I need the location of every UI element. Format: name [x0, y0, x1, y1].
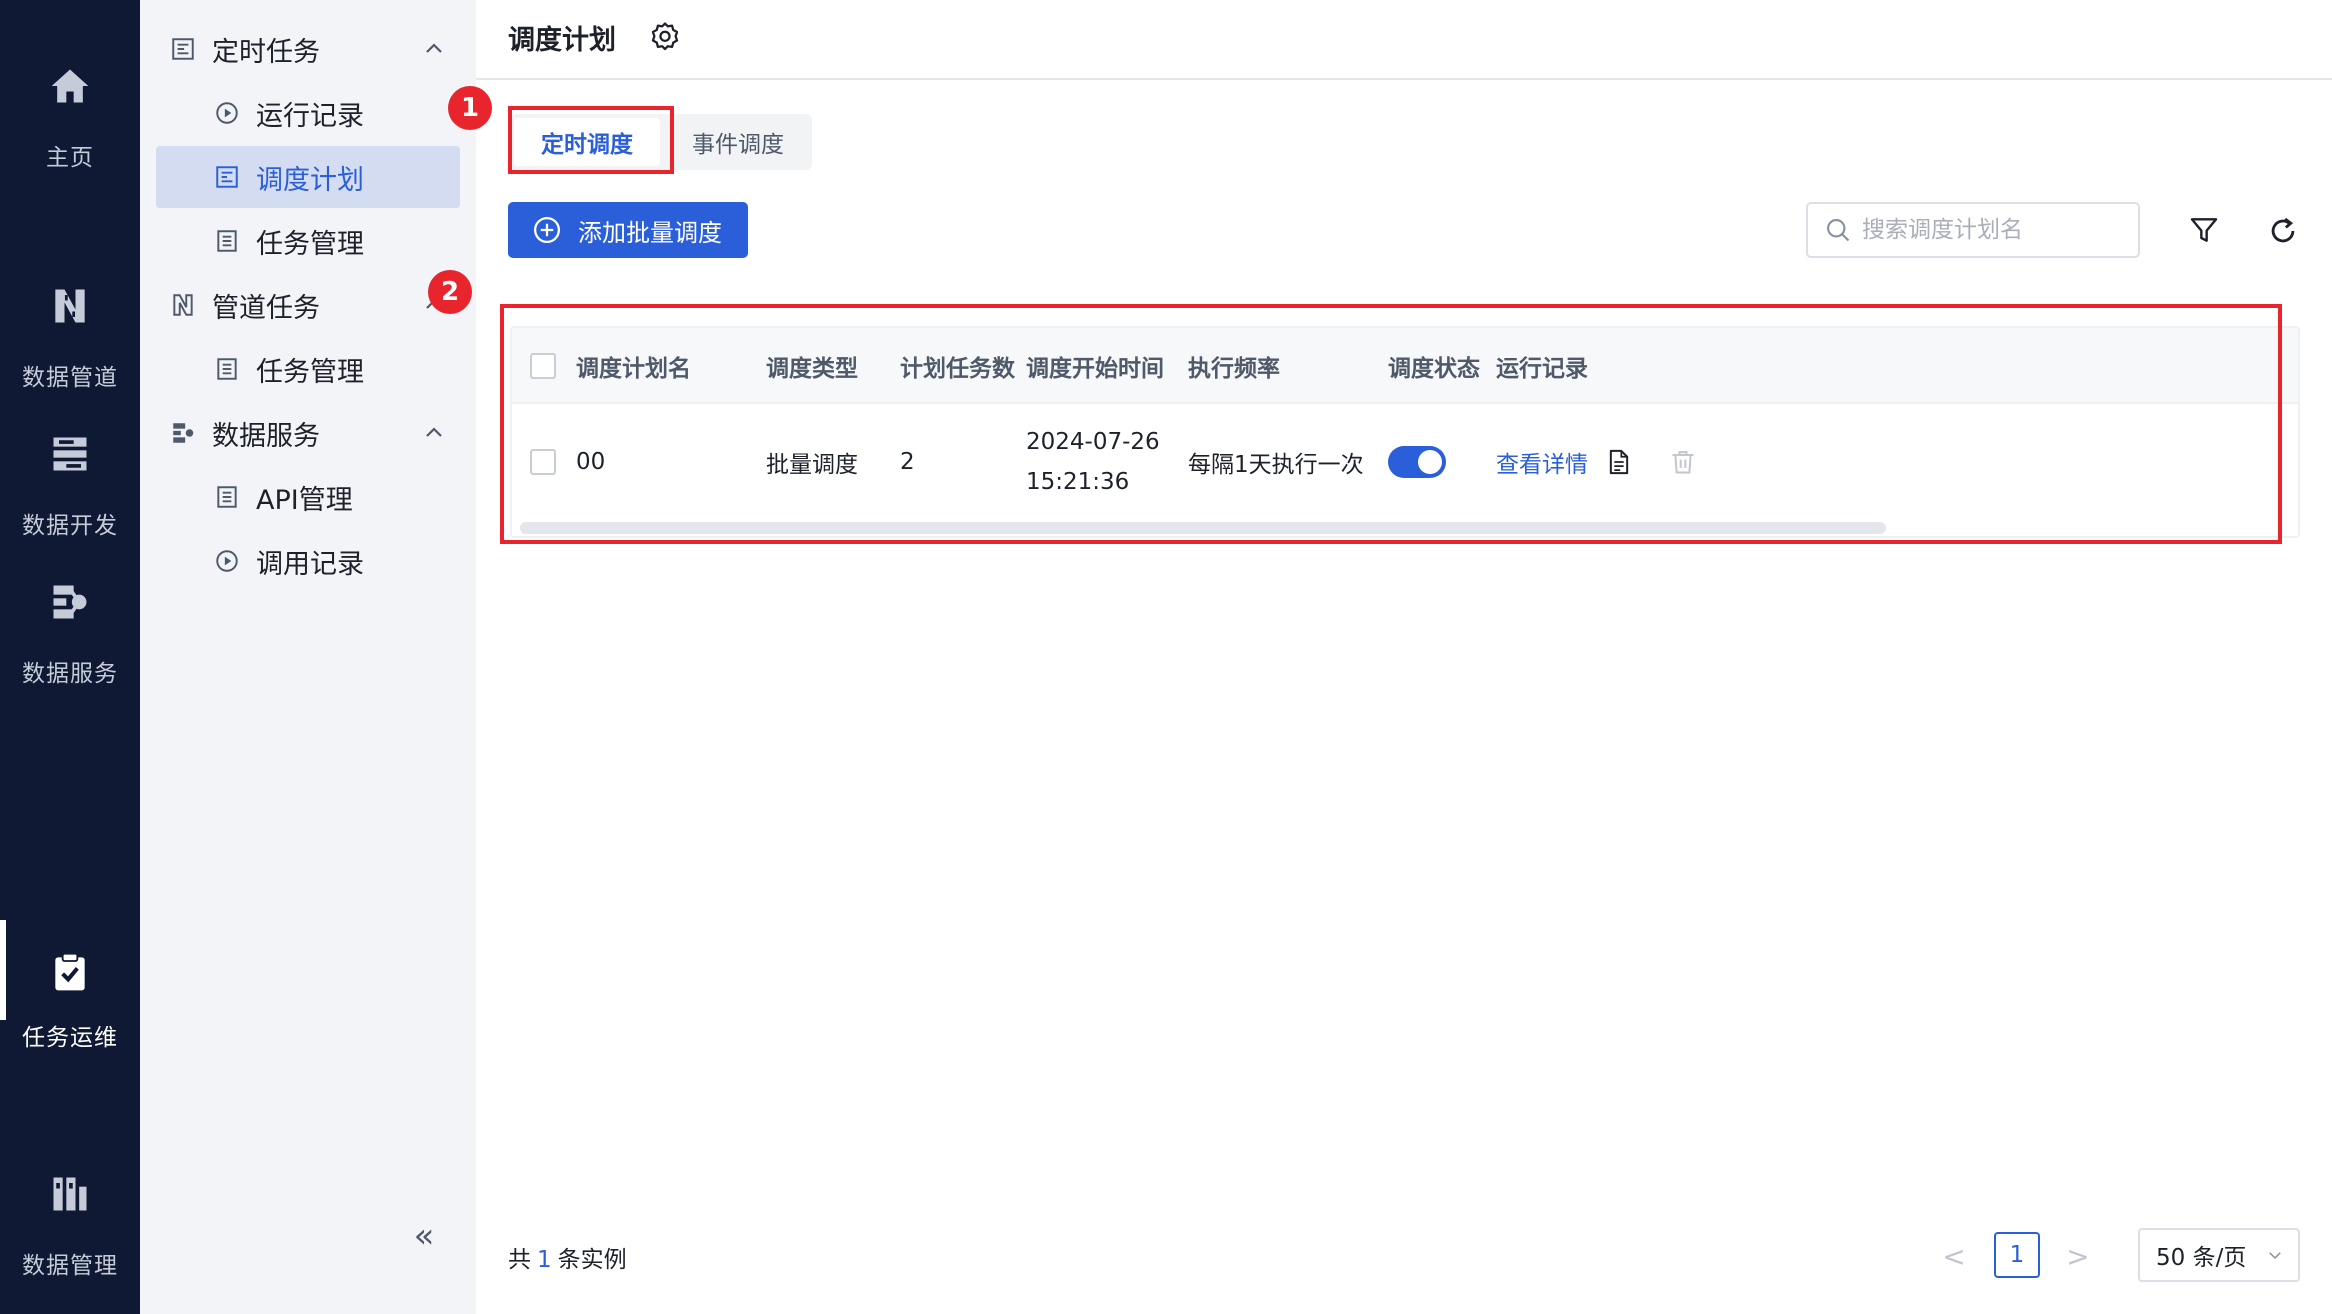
rail-item-label: 数据服务 [22, 661, 118, 687]
secondary-menu: 定时任务 运行记录 调度计划 任务管理 管道任务 任务管理 数据服务 API管理… [140, 0, 476, 1314]
page-size-select[interactable]: 50 条/页 [2138, 1228, 2300, 1282]
pipeline-task-icon [168, 290, 198, 320]
menu-item-run-record[interactable]: 运行记录 [156, 82, 460, 144]
menu-item-task-manage[interactable]: 任务管理 [156, 210, 460, 272]
rail-item-label: 任务运维 [22, 1025, 118, 1051]
page-header: 调度计划 [476, 0, 2332, 80]
rail-item-data-dev[interactable]: 数据开发 [0, 408, 140, 568]
rail-item-home[interactable]: 主页 [0, 40, 140, 200]
add-batch-schedule-label: 添加批量调度 [578, 218, 722, 247]
add-circle-icon [534, 217, 560, 243]
rail-item-label: 数据管道 [22, 365, 118, 391]
total-prefix: 共 [508, 1247, 531, 1273]
data-manage-icon [46, 1170, 94, 1218]
tab-event-schedule[interactable]: 事件调度 [668, 118, 808, 166]
menu-item-label: 任务管理 [256, 228, 364, 260]
menu-group-data-service[interactable]: 数据服务 [156, 402, 460, 464]
data-service-menu-icon [168, 418, 198, 448]
menu-item-label: 调度计划 [256, 164, 364, 196]
menu-group-label: 数据服务 [212, 420, 320, 452]
collapse-menu-button[interactable]: « [402, 1216, 446, 1256]
call-record-icon [212, 546, 242, 576]
schedule-plan-icon [212, 162, 242, 192]
next-page-button[interactable]: > [2060, 1236, 2096, 1276]
filter-icon[interactable] [2188, 214, 2220, 246]
total-number: 1 [537, 1247, 552, 1273]
rail-item-label: 数据开发 [22, 513, 118, 539]
menu-item-label: 调用记录 [256, 548, 364, 580]
menu-group-label: 管道任务 [212, 292, 320, 324]
annotation-box-table [500, 304, 2282, 544]
annotation-badge-1: 1 [448, 86, 492, 130]
menu-item-label: 任务管理 [256, 356, 364, 388]
main-content: 调度计划 定时调度 事件调度 1 添加批量调度 调度计划名 调度类型 计划任务数… [428, 0, 2332, 1314]
scheduled-task-icon [168, 34, 198, 64]
refresh-icon[interactable] [2266, 214, 2300, 248]
chevron-up-icon[interactable] [422, 421, 446, 445]
rail-item-task-ops[interactable]: 任务运维 [0, 920, 140, 1080]
pipeline-icon [46, 282, 94, 330]
play-record-icon [212, 98, 242, 128]
menu-item-pipeline-task-manage[interactable]: 任务管理 [156, 338, 460, 400]
chevron-up-icon[interactable] [422, 37, 446, 61]
chevron-down-icon [2269, 1252, 2281, 1260]
data-dev-icon [46, 430, 94, 478]
search-icon [1827, 219, 1850, 242]
home-icon [46, 62, 94, 110]
page-size-label: 50 条/页 [2156, 1245, 2247, 1271]
rail-item-label: 主页 [46, 145, 94, 171]
rail-item-data-manage[interactable]: 数据管理 [0, 1148, 140, 1308]
gear-icon[interactable] [648, 20, 682, 54]
annotation-badge-2: 2 [428, 270, 472, 314]
rail-item-pipeline[interactable]: 数据管道 [0, 260, 140, 420]
prev-page-button[interactable]: < [1936, 1236, 1972, 1276]
task-list-icon [212, 354, 242, 384]
nav-rail: 主页 数据管道 数据开发 数据服务 任务运维 数据管理 [0, 0, 140, 1314]
menu-item-label: 运行记录 [256, 100, 364, 132]
search-box [1806, 202, 2140, 258]
task-ops-icon [46, 948, 94, 996]
total-count: 共 1 条实例 [508, 1240, 627, 1274]
add-batch-schedule-button[interactable]: 添加批量调度 [508, 202, 748, 258]
menu-item-call-record[interactable]: 调用记录 [156, 530, 460, 592]
api-list-icon [212, 482, 242, 512]
page-title: 调度计划 [508, 25, 616, 56]
search-input[interactable] [1862, 217, 2132, 243]
data-service-icon [46, 578, 94, 626]
menu-group-scheduled-task[interactable]: 定时任务 [156, 18, 460, 80]
rail-item-label: 数据管理 [22, 1253, 118, 1279]
annotation-box-tabs [508, 106, 674, 174]
menu-group-label: 定时任务 [212, 36, 320, 68]
menu-item-label: API管理 [256, 484, 353, 516]
menu-item-schedule-plan[interactable]: 调度计划 [156, 146, 460, 208]
task-list-icon [212, 226, 242, 256]
total-suffix: 条实例 [557, 1247, 627, 1273]
page-number-button[interactable]: 1 [1994, 1232, 2040, 1278]
menu-item-api-manage[interactable]: API管理 [156, 466, 460, 528]
rail-item-data-service[interactable]: 数据服务 [0, 556, 140, 716]
menu-group-pipeline-task[interactable]: 管道任务 [156, 274, 460, 336]
